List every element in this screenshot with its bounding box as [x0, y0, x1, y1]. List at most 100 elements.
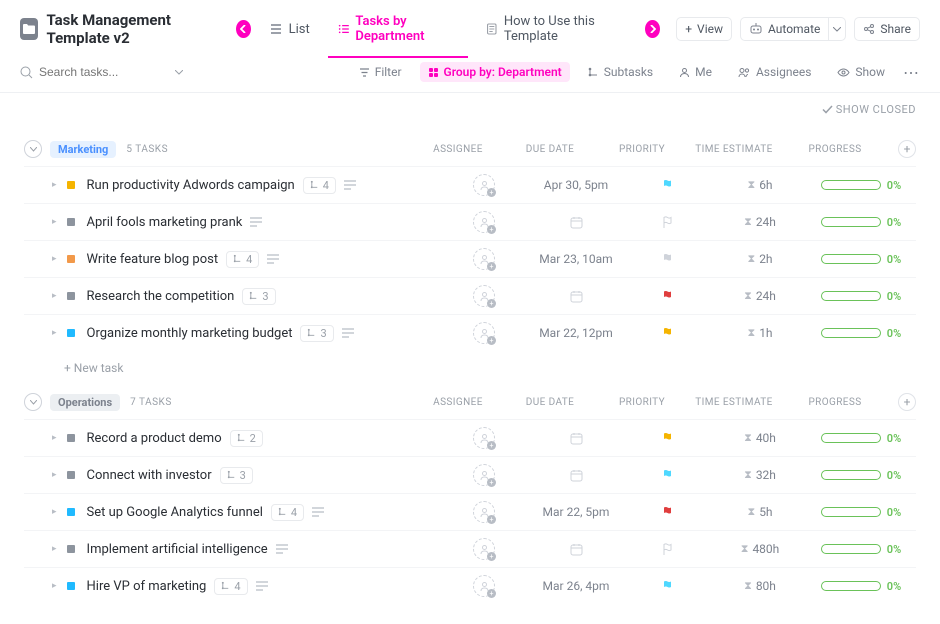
task-row[interactable]: ▸ Hire VP of marketing 4 + Mar 26, 4pm ⧗… [24, 567, 916, 604]
assignees-button[interactable]: Assignees [730, 62, 819, 82]
status-indicator[interactable] [67, 471, 75, 479]
col-header-due-date[interactable]: DUE DATE [504, 397, 596, 408]
collapse-group-button[interactable] [24, 393, 42, 411]
cell-progress[interactable]: 0% [806, 543, 916, 556]
subtasks-button[interactable]: Subtasks [580, 62, 661, 82]
task-name[interactable]: April fools marketing prank [87, 215, 243, 230]
task-name[interactable]: Implement artificial intelligence [87, 542, 268, 557]
expand-row-button[interactable]: ▸ [52, 291, 57, 301]
task-name[interactable]: Record a product demo [87, 431, 222, 446]
cell-priority[interactable] [622, 543, 714, 556]
col-header-assignee[interactable]: ASSIGNEE [412, 144, 504, 155]
cell-due-date[interactable] [530, 542, 622, 557]
task-name[interactable]: Run productivity Adwords campaign [87, 178, 295, 193]
due-date-placeholder[interactable] [569, 542, 584, 557]
cell-due-date[interactable]: Apr 30, 5pm [530, 178, 622, 192]
assignee-add-button[interactable]: + [473, 501, 495, 523]
search-input[interactable] [39, 65, 169, 79]
tab-list[interactable]: List [259, 16, 320, 43]
add-column-button[interactable]: + [898, 393, 916, 411]
task-row[interactable]: ▸ Connect with investor 3 + ⧗32h 0% [24, 456, 916, 493]
more-options-button[interactable]: ⋯ [903, 63, 920, 82]
cell-time-estimate[interactable]: ⧗80h [714, 579, 806, 593]
assignee-add-button[interactable]: + [473, 285, 495, 307]
cell-progress[interactable]: 0% [806, 469, 916, 482]
cell-progress[interactable]: 0% [806, 327, 916, 340]
cell-due-date[interactable]: Mar 22, 12pm [530, 326, 622, 340]
task-row[interactable]: ▸ Write feature blog post 4 + Mar 23, 10… [24, 240, 916, 277]
cell-time-estimate[interactable]: ⧗24h [714, 215, 806, 229]
cell-progress[interactable]: 0% [806, 290, 916, 303]
task-name[interactable]: Set up Google Analytics funnel [87, 505, 263, 520]
group-name-badge[interactable]: Operations [50, 394, 120, 411]
col-header-progress[interactable]: PROGRESS [780, 144, 890, 155]
cell-priority[interactable] [622, 580, 714, 593]
new-task-button[interactable]: + New task [24, 351, 916, 381]
tab-tasks-by-department[interactable]: Tasks by Department [328, 8, 468, 50]
add-column-button[interactable]: + [898, 140, 916, 158]
expand-row-button[interactable]: ▸ [52, 217, 57, 227]
subtask-count-badge[interactable]: 3 [242, 288, 275, 305]
task-row[interactable]: ▸ Run productivity Adwords campaign 4 + … [24, 166, 916, 203]
cell-time-estimate[interactable]: ⧗2h [714, 252, 806, 266]
group-by-button[interactable]: Group by: Department [420, 62, 570, 82]
col-header-priority[interactable]: PRIORITY [596, 397, 688, 408]
cell-progress[interactable]: 0% [806, 179, 916, 192]
cell-time-estimate[interactable]: ⧗40h [714, 431, 806, 445]
cell-time-estimate[interactable]: ⧗5h [714, 505, 806, 519]
status-indicator[interactable] [67, 508, 75, 516]
due-date-placeholder[interactable] [569, 289, 584, 304]
share-button[interactable]: Share [854, 17, 920, 41]
task-row[interactable]: ▸ Organize monthly marketing budget 3 + … [24, 314, 916, 351]
assignee-add-button[interactable]: + [473, 211, 495, 233]
task-name[interactable]: Write feature blog post [87, 252, 219, 267]
show-closed-toggle[interactable]: SHOW CLOSED [0, 93, 940, 122]
col-header-due-date[interactable]: DUE DATE [504, 144, 596, 155]
collapse-group-button[interactable] [24, 140, 42, 158]
task-row[interactable]: ▸ Implement artificial intelligence + ⧗4… [24, 530, 916, 567]
cell-time-estimate[interactable]: ⧗1h [714, 326, 806, 340]
status-indicator[interactable] [67, 181, 75, 189]
status-indicator[interactable] [67, 292, 75, 300]
expand-row-button[interactable]: ▸ [52, 433, 57, 443]
task-name[interactable]: Hire VP of marketing [87, 579, 207, 594]
cell-time-estimate[interactable]: ⧗6h [714, 178, 806, 192]
expand-row-button[interactable]: ▸ [52, 544, 57, 554]
cell-priority[interactable] [622, 216, 714, 229]
due-date-placeholder[interactable] [569, 215, 584, 230]
cell-priority[interactable] [622, 253, 714, 266]
expand-row-button[interactable]: ▸ [52, 180, 57, 190]
tab-how-to-use[interactable]: How to Use this Template [476, 8, 637, 50]
subtask-count-badge[interactable]: 4 [271, 504, 304, 521]
cell-due-date[interactable]: Mar 22, 5pm [530, 505, 622, 519]
subtask-count-badge[interactable]: 4 [303, 177, 336, 194]
search-dropdown-button[interactable] [175, 70, 183, 75]
cell-due-date[interactable] [530, 468, 622, 483]
assignee-add-button[interactable]: + [473, 427, 495, 449]
task-row[interactable]: ▸ Record a product demo 2 + ⧗40h 0% [24, 419, 916, 456]
expand-row-button[interactable]: ▸ [52, 507, 57, 517]
assignee-add-button[interactable]: + [473, 464, 495, 486]
cell-due-date[interactable] [530, 431, 622, 446]
cell-time-estimate[interactable]: ⧗32h [714, 468, 806, 482]
due-date-placeholder[interactable] [569, 468, 584, 483]
cell-time-estimate[interactable]: ⧗24h [714, 289, 806, 303]
expand-row-button[interactable]: ▸ [52, 470, 57, 480]
expand-row-button[interactable]: ▸ [52, 328, 57, 338]
assignee-add-button[interactable]: + [473, 575, 495, 597]
status-indicator[interactable] [67, 218, 75, 226]
cell-progress[interactable]: 0% [806, 432, 916, 445]
cell-time-estimate[interactable]: ⧗480h [714, 542, 806, 556]
status-indicator[interactable] [67, 255, 75, 263]
cell-due-date[interactable] [530, 215, 622, 230]
cell-priority[interactable] [622, 432, 714, 445]
status-indicator[interactable] [67, 582, 75, 590]
subtask-count-badge[interactable]: 2 [230, 430, 263, 447]
nav-next-button[interactable] [645, 20, 660, 38]
subtask-count-badge[interactable]: 3 [220, 467, 253, 484]
me-button[interactable]: Me [671, 62, 720, 82]
cell-progress[interactable]: 0% [806, 216, 916, 229]
cell-priority[interactable] [622, 506, 714, 519]
task-name[interactable]: Organize monthly marketing budget [87, 326, 293, 341]
task-name[interactable]: Connect with investor [87, 468, 212, 483]
